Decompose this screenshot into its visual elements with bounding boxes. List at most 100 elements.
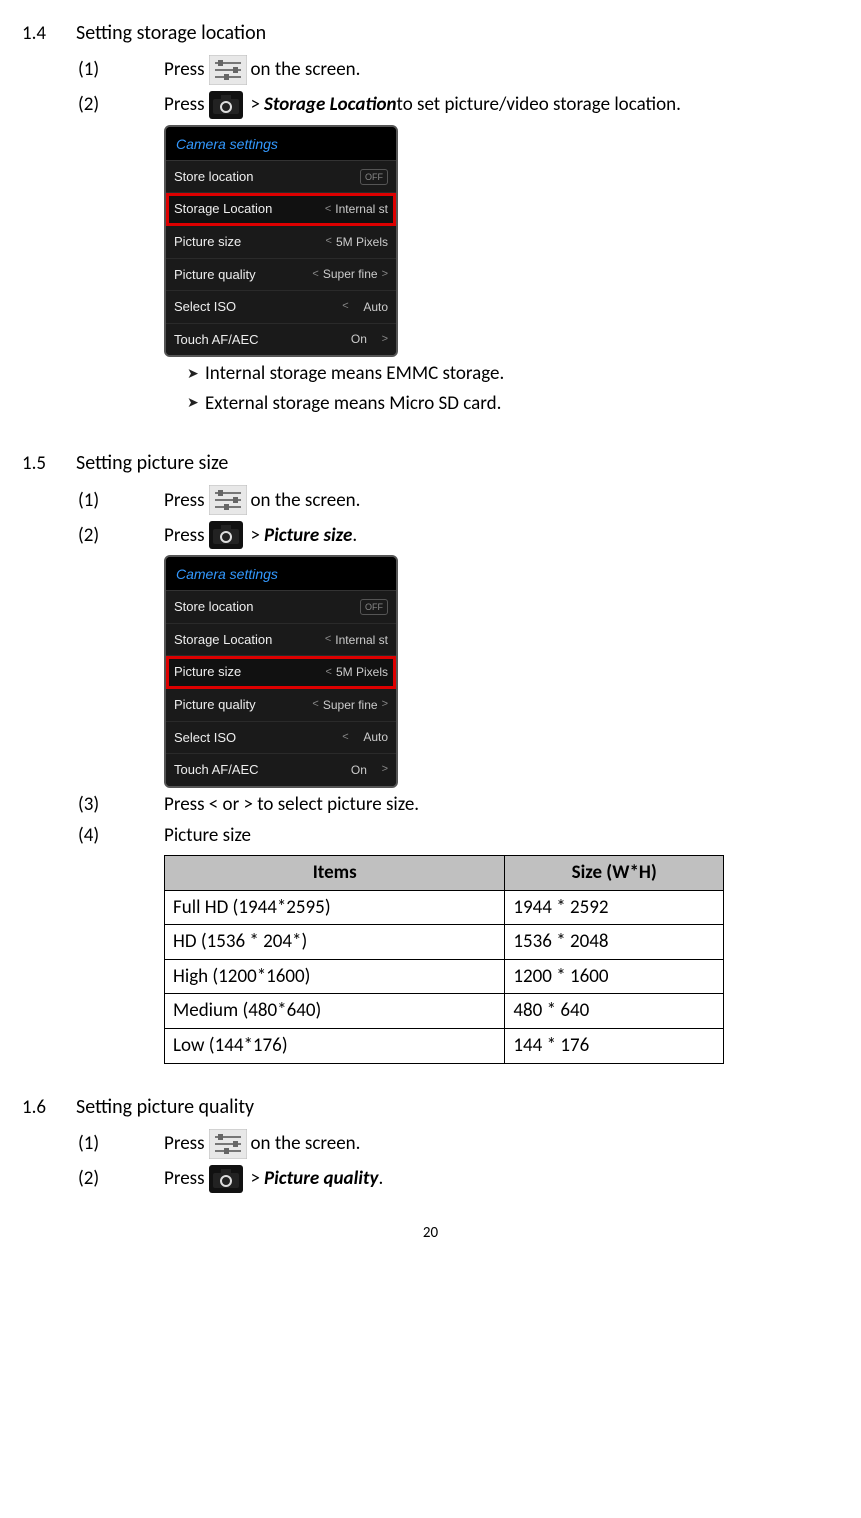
table-row: HD (1536 * 204*)1536 * 2048: [165, 925, 724, 960]
panel-row: Picture quality <Super fine>: [166, 689, 396, 722]
panel-label: Store location: [174, 168, 254, 186]
text: Press: [164, 1131, 205, 1157]
panel-row: Select ISO < Auto: [166, 291, 396, 324]
chevron-left-icon: <: [325, 202, 331, 217]
panel-value: < Super fine >: [312, 697, 388, 713]
section-heading: 1.4 Setting storage location: [22, 20, 839, 47]
cell: 1944 * 2592: [505, 890, 724, 925]
value: On: [351, 331, 367, 347]
text: on the screen.: [251, 1131, 361, 1157]
cell: High (1200*1600): [165, 959, 505, 994]
bullet-icon: ➤: [187, 394, 205, 413]
panel-label: Store location: [174, 598, 254, 616]
text: to set picture/video storage location.: [397, 92, 681, 118]
page-number: 20: [22, 1223, 839, 1243]
chevron-left-icon: <: [312, 697, 318, 712]
step-row: (4) Picture size: [78, 823, 839, 849]
panel-row: Storage Location <Internal st: [166, 624, 396, 657]
menu-path: Picture quality: [264, 1166, 378, 1192]
off-badge: OFF: [360, 599, 388, 615]
cell: Full HD (1944*2595): [165, 890, 505, 925]
value: On: [351, 762, 367, 778]
panel-row: Store location OFF: [166, 591, 396, 624]
bullet-item: ➤ Internal storage means EMMC storage.: [187, 361, 839, 387]
text: Press: [164, 57, 205, 83]
panel-row: Select ISO < Auto: [166, 722, 396, 755]
step-body: Press on the screen.: [164, 485, 360, 515]
camera-icon: [209, 1165, 243, 1193]
chevron-left-icon: <: [325, 632, 331, 647]
panel-row-highlighted: Storage Location <Internal st: [166, 193, 396, 226]
section-heading: 1.6 Setting picture quality: [22, 1094, 839, 1121]
panel-value: <5M Pixels: [326, 664, 388, 680]
camera-icon: [209, 521, 243, 549]
section-number: 1.6: [22, 1095, 76, 1121]
panel-value: On >: [351, 331, 388, 347]
cell: Low (144*176): [165, 1029, 505, 1064]
cell: 1200 * 1600: [505, 959, 724, 994]
panel-label: Picture size: [174, 663, 241, 681]
greater-than: >: [251, 92, 260, 118]
chevron-left-icon: <: [342, 299, 348, 314]
menu-path: Storage Location: [264, 92, 397, 118]
cell: 1536 * 2048: [505, 925, 724, 960]
panel-label: Touch AF/AEC: [174, 761, 259, 779]
cell: 144 * 176: [505, 1029, 724, 1064]
value: Internal st: [335, 632, 388, 648]
chevron-right-icon: >: [382, 697, 388, 712]
chevron-left-icon: <: [312, 267, 318, 282]
panel-value: OFF: [360, 169, 388, 185]
step-row: (2) Press > Storage Location to set pict…: [78, 91, 839, 119]
section-title: Setting storage location: [76, 20, 266, 47]
chevron-right-icon: >: [382, 762, 388, 777]
text: Press: [164, 1166, 205, 1192]
table-row: High (1200*1600)1200 * 1600: [165, 959, 724, 994]
sliders-icon: [209, 55, 247, 85]
value: 5M Pixels: [336, 234, 388, 250]
text: on the screen.: [251, 57, 361, 83]
panel-label: Touch AF/AEC: [174, 331, 259, 349]
panel-header: Camera settings: [166, 557, 396, 591]
menu-path: Picture size: [264, 523, 352, 549]
cell: Medium (480*640): [165, 994, 505, 1029]
table-row: Low (144*176)144 * 176: [165, 1029, 724, 1064]
section-title: Setting picture quality: [76, 1094, 254, 1121]
panel-row: Touch AF/AEC On >: [166, 324, 396, 356]
chevron-right-icon: >: [382, 332, 388, 347]
picture-size-table: Items Size (W*H) Full HD (1944*2595)1944…: [164, 855, 724, 1064]
panel-row: Touch AF/AEC On >: [166, 754, 396, 786]
value: Auto: [363, 299, 388, 315]
step-row: (1) Press on the screen.: [78, 1129, 839, 1159]
table-header: Size (W*H): [505, 855, 724, 890]
table-header: Items: [165, 855, 505, 890]
step-body: Press < or > to select picture size.: [164, 792, 419, 818]
bullet-text: External storage means Micro SD card.: [205, 391, 501, 417]
panel-value: < Internal st: [325, 632, 388, 648]
section-heading: 1.5 Setting picture size: [22, 450, 839, 477]
text: .: [352, 523, 357, 549]
panel-value: < Auto: [342, 729, 388, 745]
step-body: Press > Picture quality .: [164, 1165, 383, 1193]
value: Super fine: [323, 697, 378, 713]
step-number: (3): [78, 792, 164, 818]
step-number: (2): [78, 92, 164, 118]
cell: 480 * 640: [505, 994, 724, 1029]
step-body: Press > Picture size .: [164, 521, 357, 549]
step-body: Press on the screen.: [164, 55, 360, 85]
step-number: (4): [78, 823, 164, 849]
panel-row-highlighted: Picture size <5M Pixels: [166, 656, 396, 689]
off-badge: OFF: [360, 169, 388, 185]
text: Press: [164, 92, 205, 118]
panel-value: <Super fine>: [312, 266, 388, 282]
step-number: (2): [78, 523, 164, 549]
value: Internal st: [335, 201, 388, 217]
step-body: Picture size: [164, 823, 251, 849]
text: .: [378, 1166, 383, 1192]
value: Auto: [363, 729, 388, 745]
panel-value: < Internal st: [325, 201, 388, 217]
chevron-left-icon: <: [326, 234, 332, 249]
text: Press: [164, 488, 205, 514]
panel-label: Picture size: [174, 233, 241, 251]
section-title: Setting picture size: [76, 450, 228, 477]
panel-value: On >: [351, 762, 388, 778]
